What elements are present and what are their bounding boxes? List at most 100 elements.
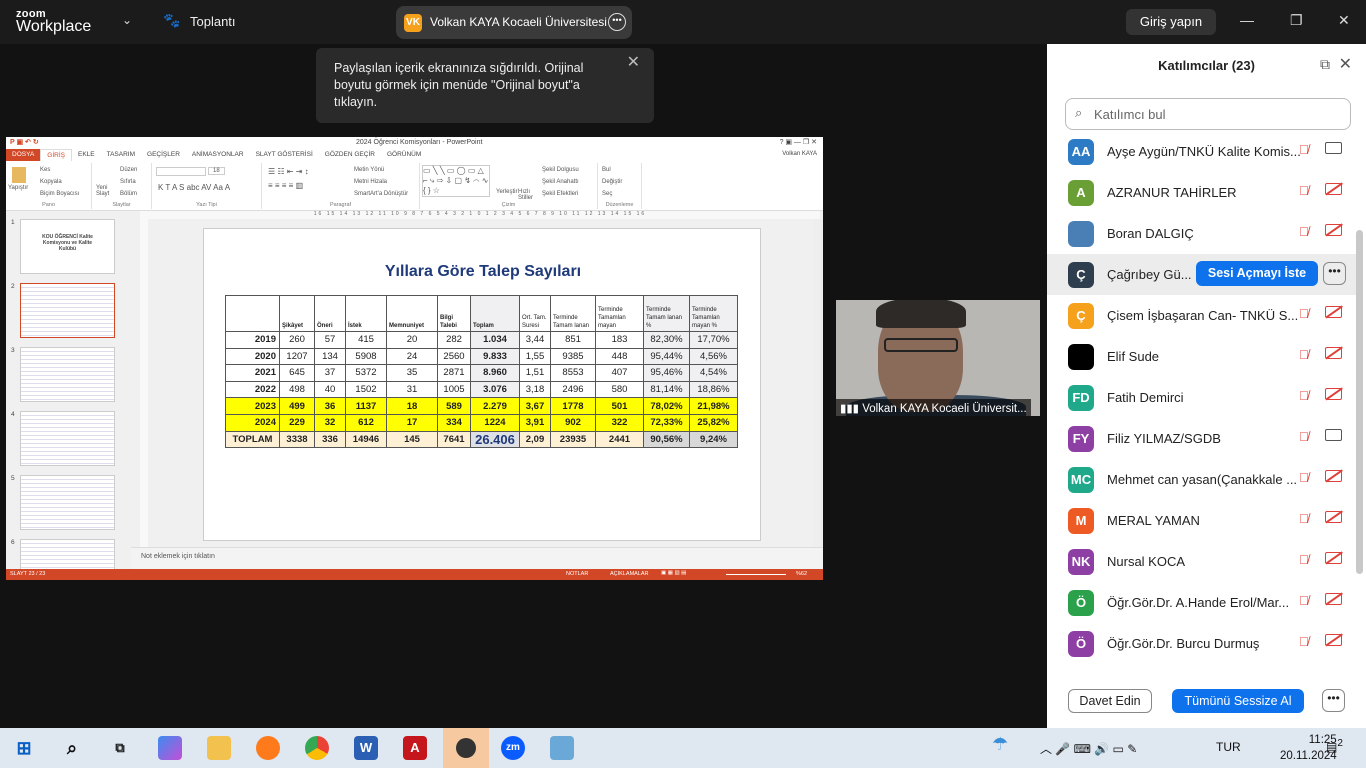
participant-row[interactable]: M MERAL YAMAN 🎙̸: [1047, 500, 1356, 541]
minimize-icon[interactable]: —: [1240, 12, 1254, 28]
format-painter-button[interactable]: Biçim Boyacısı: [40, 191, 79, 197]
zoom-slider[interactable]: [726, 574, 786, 575]
firefox-icon[interactable]: [256, 736, 280, 760]
arrange-button[interactable]: Yerleştir: [496, 189, 517, 195]
participant-search-input[interactable]: ⌕ Katılımcı bul: [1065, 98, 1351, 130]
find-button[interactable]: Bul: [602, 167, 611, 173]
zoom-level[interactable]: %62: [796, 571, 807, 577]
notes-button[interactable]: NOTLAR: [566, 571, 588, 577]
acrobat-icon[interactable]: A: [403, 736, 427, 760]
comments-button[interactable]: AÇIKLAMALAR: [610, 571, 649, 577]
invite-button[interactable]: Davet Edin: [1068, 689, 1152, 713]
host-name: Volkan KAYA Kocaeli Üniversitesi: [430, 15, 607, 29]
more-options-button[interactable]: •••: [1323, 262, 1346, 285]
smartart-button[interactable]: SmartArt'a Dönüştür: [354, 191, 408, 197]
sign-in-button[interactable]: Giriş yapın: [1126, 9, 1216, 35]
participant-row[interactable]: Boran DALGIÇ 🎙̸: [1047, 213, 1356, 254]
chrome-icon[interactable]: [305, 736, 329, 760]
slide-canvas[interactable]: Yıllara Göre Talep Sayıları Şikâyet Öneri…: [203, 228, 761, 541]
zoom-app-icon[interactable]: zm: [501, 736, 525, 760]
participant-row[interactable]: AA Ayşe Aygün/TNKÜ Kalite Komis... 🎙̸: [1047, 131, 1356, 172]
participant-row[interactable]: MC Mehmet can yasan(Çanakkale ... 🎙̸: [1047, 459, 1356, 500]
mute-all-button[interactable]: Tümünü Sessize Al: [1172, 689, 1304, 713]
maximize-icon[interactable]: ❐: [1290, 12, 1303, 29]
quick-styles-button[interactable]: Hızlı Stiller: [518, 189, 536, 201]
notes-pane[interactable]: Not eklemek için tıklatın: [131, 547, 823, 569]
font-size-select[interactable]: 18: [208, 167, 225, 175]
ribbon-tab[interactable]: EKLE: [72, 149, 101, 161]
reset-button[interactable]: Sıfırla: [120, 179, 136, 185]
ribbon-tab[interactable]: ANİMASYONLAR: [186, 149, 250, 161]
request-unmute-button[interactable]: Sesi Açmayı İste: [1196, 261, 1318, 286]
video-tile[interactable]: ▮▮▮ Volkan KAYA Kocaeli Üniversit...: [836, 300, 1040, 416]
slide-thumbnail[interactable]: [20, 475, 115, 530]
popout-icon[interactable]: ⧉: [1320, 56, 1330, 73]
photos-icon[interactable]: [550, 736, 574, 760]
column-header: Toplam: [470, 295, 520, 332]
ribbon-tab[interactable]: GÖZDEN GEÇİR: [319, 149, 381, 161]
ppt-user[interactable]: Volkan KAYA: [782, 151, 817, 157]
copilot-icon[interactable]: [158, 736, 182, 760]
ribbon-tab[interactable]: SLAYT GÖSTERİSİ: [250, 149, 319, 161]
more-options-icon[interactable]: •••: [608, 13, 626, 31]
list-icons[interactable]: ☰ ☷ ⇤ ⇥ ↕: [268, 167, 309, 176]
ppt-window-controls[interactable]: ? ▣ — ❐ ✕: [780, 138, 817, 146]
align-text-button[interactable]: Metni Hizala: [354, 179, 387, 185]
ribbon-tab[interactable]: GİRİŞ: [40, 149, 72, 161]
file-explorer-icon[interactable]: [207, 736, 231, 760]
notification-icon[interactable]: ▤2: [1326, 738, 1343, 754]
word-icon[interactable]: W: [354, 736, 378, 760]
shape-effects-button[interactable]: Şekil Efektleri: [542, 191, 578, 197]
section-button[interactable]: Bölüm: [120, 191, 137, 197]
more-options-button[interactable]: •••: [1322, 689, 1345, 712]
sharing-host-pill[interactable]: VK Volkan KAYA Kocaeli Üniversitesi •••: [396, 6, 632, 39]
text-direction-button[interactable]: Metin Yönü: [354, 167, 384, 173]
paste-button[interactable]: Yapıştır: [8, 185, 28, 191]
tray-icons[interactable]: ︿ 🎤 ⌨ 🔊 ▭ ✎: [1040, 740, 1137, 757]
close-icon[interactable]: ✕: [627, 54, 640, 71]
participant-row[interactable]: FD Fatih Demirci 🎙̸: [1047, 377, 1356, 418]
scrollbar[interactable]: [814, 219, 823, 547]
slide-thumbnail[interactable]: KOU ÖĞRENCİ Kalite Komisyonu ve Kalite K…: [20, 219, 115, 274]
shape-fill-button[interactable]: Şekil Dolgusu: [542, 167, 579, 173]
participant-row[interactable]: NK Nursal KOCA 🎙̸: [1047, 541, 1356, 582]
new-slide-button[interactable]: Yeni Slayt: [96, 185, 116, 197]
participant-row[interactable]: FY Filiz YILMAZ/SGDB 🎙̸: [1047, 418, 1356, 459]
participant-row[interactable]: Elif Sude 🎙̸: [1047, 336, 1356, 377]
slide-thumbnail[interactable]: [20, 283, 115, 338]
replace-button[interactable]: Değiştir: [602, 179, 622, 185]
close-icon[interactable]: ✕: [1338, 12, 1350, 29]
font-format-icons[interactable]: K T A S abc AV Aa A: [158, 183, 230, 192]
search-icon[interactable]: ⌕: [60, 736, 84, 760]
layout-button[interactable]: Düzen: [120, 167, 137, 173]
cut-button[interactable]: Kes: [40, 167, 50, 173]
select-button[interactable]: Seç: [602, 191, 612, 197]
align-icons[interactable]: ≡ ≡ ≡ ≡ ▥: [268, 181, 303, 190]
participant-row[interactable]: Ö Öğr.Gör.Dr. A.Hande Erol/Mar... 🎙̸: [1047, 582, 1356, 623]
ribbon-tab[interactable]: DOSYA: [6, 149, 41, 161]
scrollbar[interactable]: [1356, 230, 1363, 574]
ribbon-tab[interactable]: GÖRÜNÜM: [381, 149, 427, 161]
shape-outline-button[interactable]: Şekil Anahattı: [542, 179, 579, 185]
chevron-down-icon[interactable]: ⌄: [122, 13, 132, 27]
font-name-select[interactable]: [156, 167, 206, 176]
meeting-label[interactable]: Toplantı: [190, 14, 236, 29]
close-icon[interactable]: ✕: [1339, 54, 1352, 74]
slide-thumbnail[interactable]: [20, 347, 115, 402]
shapes-gallery[interactable]: ▭ ╲ ╲ ▭ ◯ ▭ △ ⌐ ⤷ ⇨ ⇩ ▢ ↯ ⌒ ∿ { } ☆: [422, 165, 490, 197]
participant-row[interactable]: Ç Çağrıbey Gü... Sesi Açmayı İste •••: [1047, 254, 1356, 295]
participant-row[interactable]: A AZRANUR TAHİRLER 🎙̸: [1047, 172, 1356, 213]
participant-row[interactable]: Ç Çisem İşbaşaran Can- TNKÜ S... 🎙̸: [1047, 295, 1356, 336]
ribbon-tab[interactable]: GEÇİŞLER: [141, 149, 186, 161]
task-view-icon[interactable]: ⧉: [108, 736, 132, 760]
slide-thumbnail[interactable]: [20, 411, 115, 466]
copy-button[interactable]: Kopyala: [40, 179, 62, 185]
participant-row[interactable]: Ö Öğr.Gör.Dr. Burcu Durmuş 🎙̸: [1047, 623, 1356, 664]
slide-thumbnails-pane[interactable]: 1 KOU ÖĞRENCİ Kalite Komisyonu ve Kalite …: [6, 211, 131, 580]
active-app-button[interactable]: [443, 728, 489, 768]
windows-start-icon[interactable]: ⊞: [12, 736, 36, 760]
language-indicator[interactable]: TUR: [1216, 740, 1241, 754]
weather-icon[interactable]: ☂: [992, 734, 1008, 755]
ribbon-tab[interactable]: TASARIM: [101, 149, 141, 161]
view-icons[interactable]: ▣ ▦ ▥ ▤: [661, 570, 686, 576]
